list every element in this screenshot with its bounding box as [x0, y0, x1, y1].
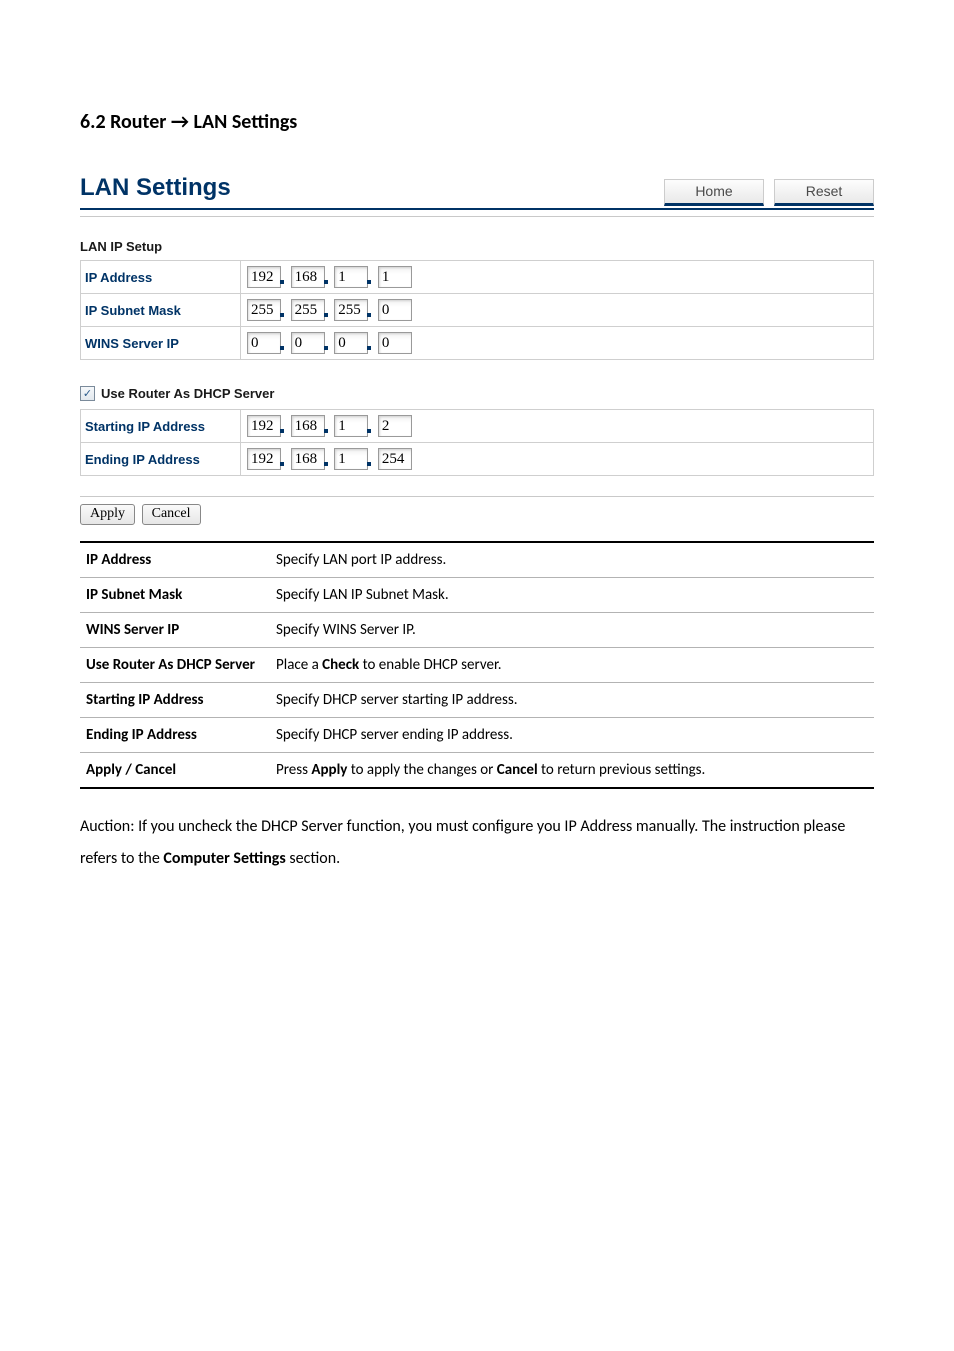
panel-title: LAN Settings — [80, 174, 231, 206]
dhcp-checkbox-row: ✓ Use Router As DHCP Server — [80, 386, 874, 401]
subnet-octet-1[interactable]: 255 — [247, 299, 281, 321]
dot-icon — [280, 346, 284, 350]
panel-header: LAN Settings Home Reset — [80, 174, 874, 210]
desc-label: WINS Server IP — [80, 613, 270, 648]
start-octet-3[interactable]: 1 — [334, 415, 368, 437]
value-subnet-mask: 255 255 255 0 — [241, 294, 874, 327]
dot-icon — [367, 313, 371, 317]
desc-row: Starting IP Address Specify DHCP server … — [80, 683, 874, 718]
dhcp-checkbox[interactable]: ✓ — [80, 386, 95, 401]
label-ip-address: IP Address — [81, 261, 241, 294]
desc-row: Use Router As DHCP Server Place a Check … — [80, 648, 874, 683]
value-ip-address: 192 168 1 1 — [241, 261, 874, 294]
desc-text: Specify DHCP server ending IP address. — [270, 718, 874, 753]
start-octet-2[interactable]: 168 — [291, 415, 325, 437]
dot-icon — [324, 462, 328, 466]
dot-icon — [367, 280, 371, 284]
desc-label: Ending IP Address — [80, 718, 270, 753]
ip-octet-4[interactable]: 1 — [378, 266, 412, 288]
dot-icon — [367, 346, 371, 350]
desc-row: WINS Server IP Specify WINS Server IP. — [80, 613, 874, 648]
lan-ip-setup-title: LAN IP Setup — [80, 239, 874, 254]
dhcp-range-table: Starting IP Address 192 168 1 2 Ending I… — [80, 409, 874, 476]
subnet-octet-4[interactable]: 0 — [378, 299, 412, 321]
end-octet-2[interactable]: 168 — [291, 448, 325, 470]
dot-icon — [324, 346, 328, 350]
desc-label: Apply / Cancel — [80, 753, 270, 789]
value-wins-server: 0 0 0 0 — [241, 327, 874, 360]
wins-octet-1[interactable]: 0 — [247, 332, 281, 354]
desc-text: Specify DHCP server starting IP address. — [270, 683, 874, 718]
desc-text: Specify WINS Server IP. — [270, 613, 874, 648]
row-wins-server: WINS Server IP 0 0 0 0 — [81, 327, 874, 360]
wins-octet-3[interactable]: 0 — [334, 332, 368, 354]
desc-row: IP Subnet Mask Specify LAN IP Subnet Mas… — [80, 578, 874, 613]
label-wins-server: WINS Server IP — [81, 327, 241, 360]
dhcp-checkbox-label: Use Router As DHCP Server — [101, 386, 274, 401]
start-octet-1[interactable]: 192 — [247, 415, 281, 437]
ip-octet-1[interactable]: 192 — [247, 266, 281, 288]
subnet-octet-2[interactable]: 255 — [291, 299, 325, 321]
reset-button[interactable]: Reset — [774, 179, 874, 206]
start-octet-4[interactable]: 2 — [378, 415, 412, 437]
desc-label: Starting IP Address — [80, 683, 270, 718]
ip-octet-3[interactable]: 1 — [334, 266, 368, 288]
value-ending-ip: 192 168 1 254 — [241, 443, 874, 476]
row-starting-ip: Starting IP Address 192 168 1 2 — [81, 410, 874, 443]
divider — [80, 216, 874, 217]
row-ending-ip: Ending IP Address 192 168 1 254 — [81, 443, 874, 476]
apply-button[interactable]: Apply — [80, 504, 135, 525]
check-icon: ✓ — [83, 387, 92, 400]
desc-row: IP Address Specify LAN port IP address. — [80, 542, 874, 578]
value-starting-ip: 192 168 1 2 — [241, 410, 874, 443]
end-octet-1[interactable]: 192 — [247, 448, 281, 470]
wins-octet-4[interactable]: 0 — [378, 332, 412, 354]
dot-icon — [280, 280, 284, 284]
header-buttons: Home Reset — [664, 179, 874, 206]
dot-icon — [280, 313, 284, 317]
subnet-octet-3[interactable]: 255 — [334, 299, 368, 321]
dot-icon — [324, 313, 328, 317]
end-octet-4[interactable]: 254 — [378, 448, 412, 470]
desc-label: IP Subnet Mask — [80, 578, 270, 613]
caution-note: Auction: If you uncheck the DHCP Server … — [80, 811, 874, 875]
dot-icon — [280, 462, 284, 466]
home-button[interactable]: Home — [664, 179, 764, 206]
dot-icon — [367, 462, 371, 466]
label-ending-ip: Ending IP Address — [81, 443, 241, 476]
dot-icon — [324, 429, 328, 433]
desc-text: Press Apply to apply the changes or Canc… — [270, 753, 874, 789]
dot-icon — [367, 429, 371, 433]
desc-row: Ending IP Address Specify DHCP server en… — [80, 718, 874, 753]
ip-octet-2[interactable]: 168 — [291, 266, 325, 288]
dot-icon — [280, 429, 284, 433]
desc-label: IP Address — [80, 542, 270, 578]
label-subnet-mask: IP Subnet Mask — [81, 294, 241, 327]
lan-ip-setup-table: IP Address 192 168 1 1 IP Subnet Mask 25… — [80, 260, 874, 360]
row-ip-address: IP Address 192 168 1 1 — [81, 261, 874, 294]
desc-label: Use Router As DHCP Server — [80, 648, 270, 683]
wins-octet-2[interactable]: 0 — [291, 332, 325, 354]
section-heading: 6.2 Router → LAN Settings — [80, 110, 874, 134]
divider — [80, 496, 874, 497]
desc-text: Specify LAN IP Subnet Mask. — [270, 578, 874, 613]
row-subnet-mask: IP Subnet Mask 255 255 255 0 — [81, 294, 874, 327]
desc-row: Apply / Cancel Press Apply to apply the … — [80, 753, 874, 789]
description-table: IP Address Specify LAN port IP address. … — [80, 541, 874, 789]
desc-text: Specify LAN port IP address. — [270, 542, 874, 578]
label-starting-ip: Starting IP Address — [81, 410, 241, 443]
end-octet-3[interactable]: 1 — [334, 448, 368, 470]
cancel-button[interactable]: Cancel — [142, 504, 201, 525]
desc-text: Place a Check to enable DHCP server. — [270, 648, 874, 683]
dot-icon — [324, 280, 328, 284]
